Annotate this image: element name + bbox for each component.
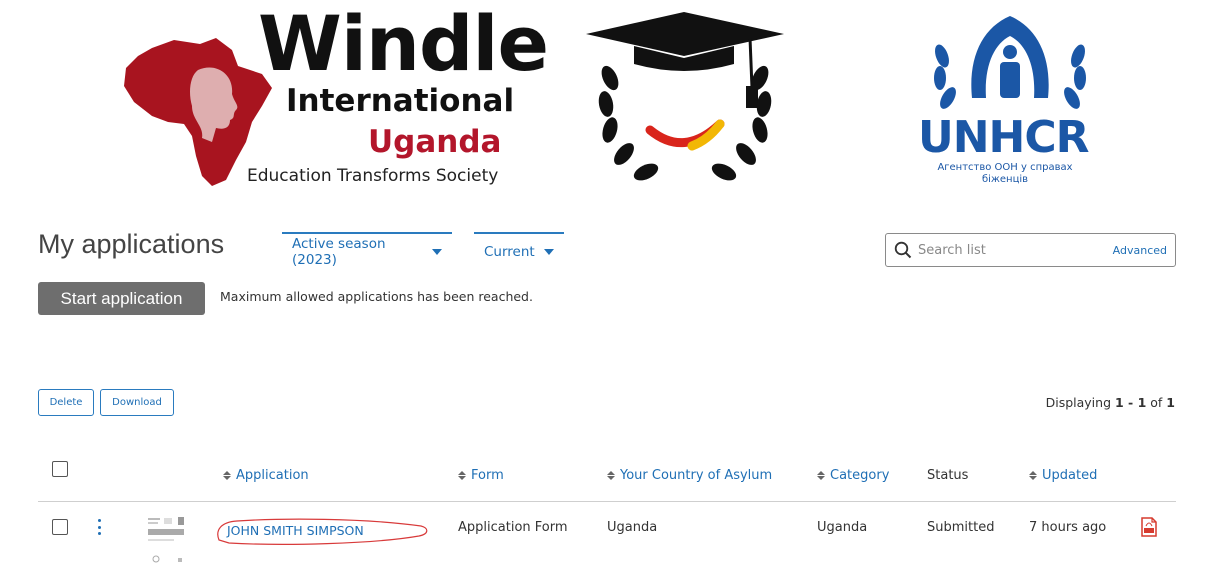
row-status: Submitted [927, 520, 995, 535]
sort-icon [223, 471, 231, 480]
pdf-icon[interactable] [1141, 517, 1157, 537]
application-name: JOHN SMITH SIMPSON [227, 523, 364, 538]
column-label-country: Your Country of Asylum [620, 468, 773, 483]
column-label-form: Form [471, 468, 504, 483]
pagination-of: of [1146, 395, 1167, 410]
column-header-application[interactable]: Application [223, 468, 309, 483]
max-applications-message: Maximum allowed applications has been re… [220, 289, 533, 304]
sort-icon [458, 471, 466, 480]
row-form: Application Form [458, 520, 568, 535]
kebab-menu-icon[interactable] [98, 519, 102, 535]
row-updated: 7 hours ago [1029, 520, 1107, 535]
search-icon [894, 241, 912, 259]
column-header-form[interactable]: Form [458, 468, 504, 483]
column-label-category: Category [830, 468, 890, 483]
document-thumbnail[interactable] [146, 515, 188, 566]
column-label-application: Application [236, 468, 309, 483]
row-country: Uganda [607, 520, 658, 535]
table-header-divider [38, 501, 1176, 502]
search-input[interactable] [918, 242, 1088, 258]
start-application-button[interactable]: Start application [38, 282, 205, 315]
windle-international: International [286, 83, 515, 119]
column-header-updated[interactable]: Updated [1029, 468, 1097, 483]
unhcr-subtitle: Агентство ООН у справах біженців [937, 162, 1073, 185]
sort-icon [607, 471, 615, 480]
row-category: Uganda [817, 520, 868, 535]
column-header-country[interactable]: Your Country of Asylum [607, 468, 772, 483]
column-header-status: Status [927, 468, 968, 483]
current-filter-dropdown[interactable]: Current [474, 232, 564, 264]
column-header-category[interactable]: Category [817, 468, 889, 483]
windle-wordmark: Windle [258, 0, 549, 88]
page-title: My applications [38, 229, 225, 259]
pagination-range: 1 - 1 [1115, 395, 1147, 410]
unhcr-wordmark: UNHCR [918, 112, 1090, 163]
row-checkbox[interactable] [52, 519, 68, 535]
select-all-checkbox[interactable] [52, 461, 68, 477]
caret-down-icon [543, 249, 554, 255]
column-label-status: Status [927, 468, 969, 483]
season-filter-dropdown[interactable]: Active season (2023) [282, 232, 452, 268]
unhcr-emblem-icon [934, 16, 1086, 109]
windle-logo: Windle International Uganda Education Tr… [112, 6, 549, 190]
caret-down-icon [432, 249, 442, 255]
search-box: Advanced [885, 233, 1176, 267]
delete-button[interactable]: Delete [38, 389, 94, 416]
africa-map-icon [124, 38, 272, 186]
sort-icon [817, 471, 825, 480]
windle-uganda: Uganda [368, 124, 502, 160]
pagination-summary: Displaying 1 - 1 of 1 [1046, 395, 1175, 410]
current-filter-label: Current [484, 244, 535, 260]
download-button[interactable]: Download [100, 389, 174, 416]
application-name-link[interactable]: JOHN SMITH SIMPSON [213, 516, 431, 546]
graduation-logo [580, 8, 790, 188]
column-label-updated: Updated [1042, 468, 1098, 483]
unhcr-logo: UNHCR Агентство ООН у справах біженців [912, 8, 1108, 188]
sort-icon [1029, 471, 1037, 480]
pagination-prefix: Displaying [1045, 395, 1115, 410]
advanced-search-link[interactable]: Advanced [1113, 244, 1167, 257]
windle-tagline: Education Transforms Society [247, 166, 499, 186]
season-filter-label: Active season (2023) [292, 236, 386, 268]
pagination-total: 1 [1166, 395, 1175, 410]
graduation-cap-icon [586, 12, 784, 181]
